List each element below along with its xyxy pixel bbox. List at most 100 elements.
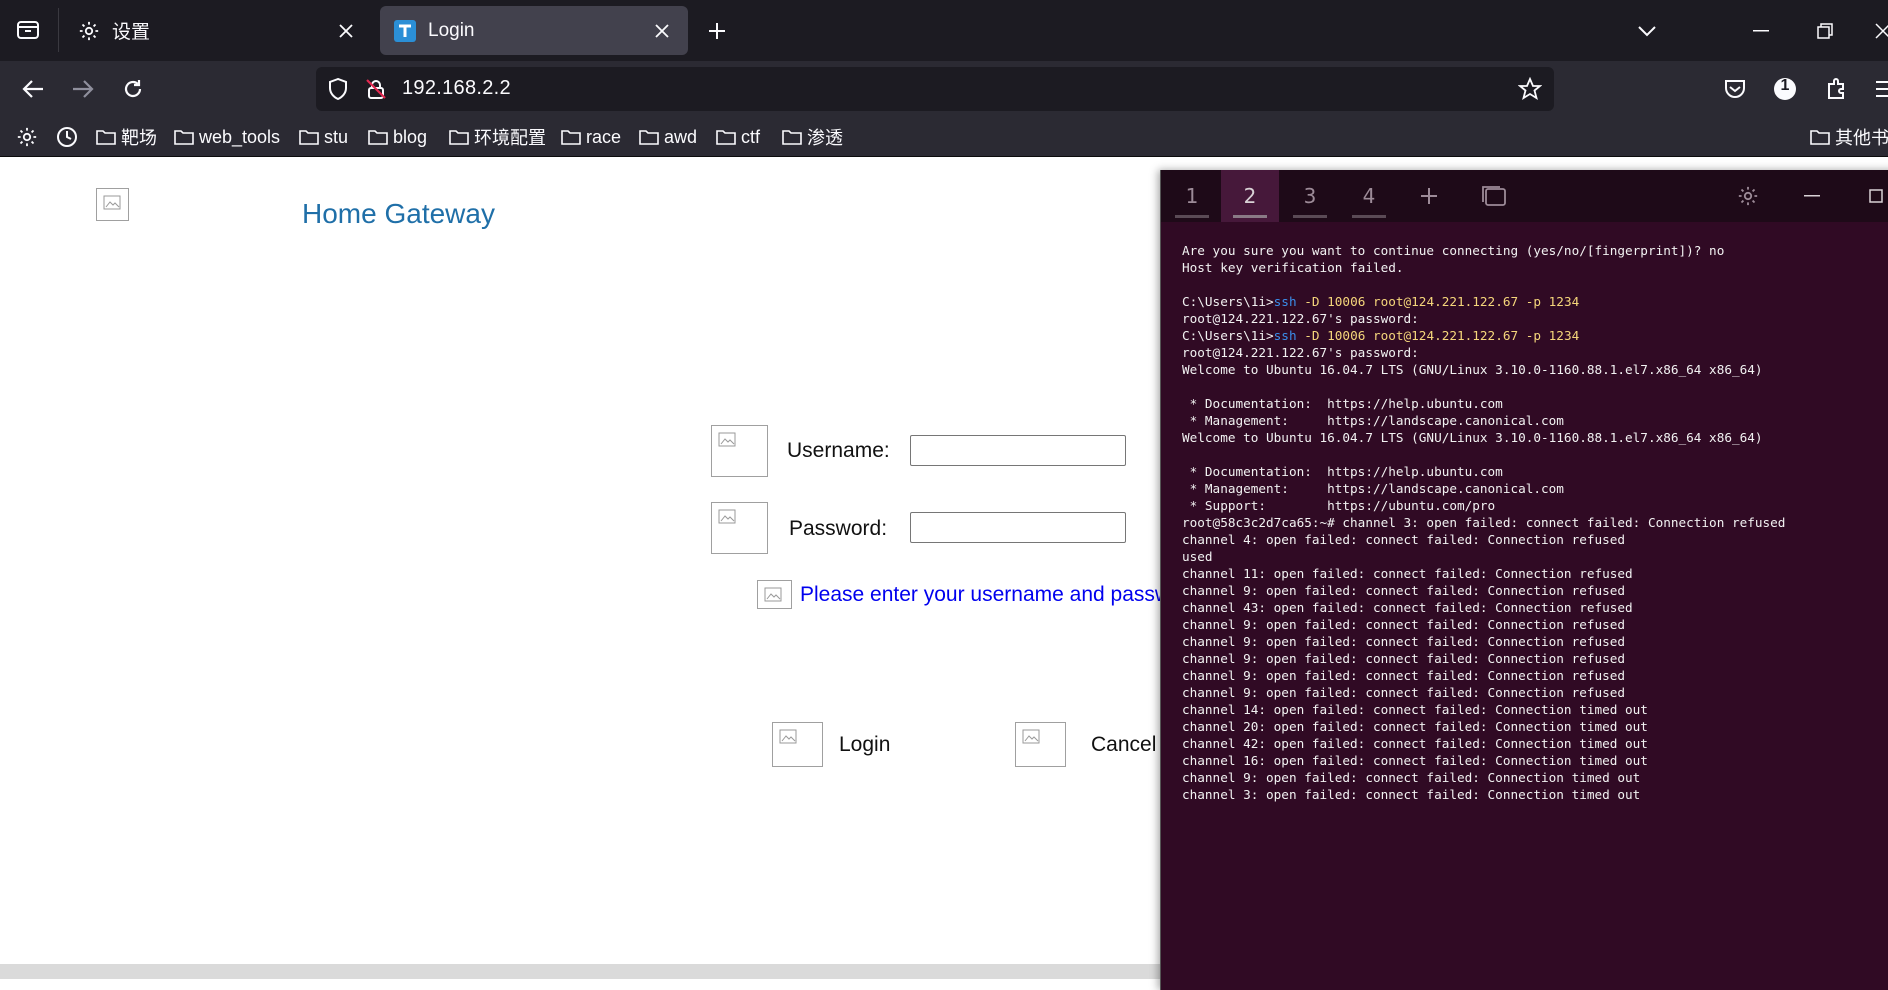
extension-badge: 1 [1780, 77, 1790, 94]
new-tab-button[interactable] [700, 14, 734, 48]
terminal-tab-label: 3 [1303, 184, 1317, 208]
terminal-line: Welcome to Ubuntu 16.04.7 LTS (GNU/Linux… [1182, 362, 1763, 377]
history-icon[interactable] [56, 124, 78, 150]
menu-icon[interactable] [1866, 71, 1888, 107]
terminal-prompt: C:\Users\1i> [1182, 294, 1274, 309]
cancel-button[interactable] [1015, 722, 1066, 767]
password-label: Password: [789, 517, 888, 540]
terminal-line: * Management: https://landscape.canonica… [1182, 413, 1564, 428]
bookmark-label: web_tools [199, 126, 281, 147]
tab-settings[interactable]: 设置 [64, 6, 372, 55]
bookmark-settings-icon[interactable] [16, 124, 38, 150]
close-icon[interactable] [650, 19, 674, 43]
password-input[interactable] [910, 512, 1126, 543]
logo-broken-image-icon [96, 188, 129, 221]
pocket-icon[interactable] [1717, 71, 1753, 107]
terminal-line: Are you sure you want to continue connec… [1182, 243, 1725, 258]
bookmark-label: race [586, 126, 622, 147]
tab-separator [58, 8, 59, 52]
terminal-tab-3[interactable]: 3 [1281, 170, 1339, 222]
terminal-line: root@58c3c2d7ca65:~# channel 3: open fai… [1182, 515, 1786, 530]
browser-navbar: 192.168.2.2 1 [0, 61, 1888, 117]
password-broken-image-icon [711, 502, 768, 554]
tab-list-icon[interactable] [10, 12, 46, 48]
login-label[interactable]: Login [839, 733, 890, 757]
bookmarks-toolbar: 靶场 web_tools stu blog 环境配置 race awd ctf … [0, 117, 1888, 157]
tab-title: 设置 [112, 22, 151, 43]
folder-icon [782, 130, 802, 145]
cancel-label[interactable]: Cancel [1091, 733, 1156, 757]
username-label: Username: [787, 439, 890, 462]
username-input[interactable] [910, 435, 1126, 466]
broken-image-icon [1022, 729, 1040, 744]
terminal-tab-4[interactable]: 4 [1340, 170, 1398, 222]
tab-title: Login [428, 19, 475, 41]
plus-icon[interactable] [1414, 182, 1444, 210]
terminal-output[interactable]: Are you sure you want to continue connec… [1182, 242, 1888, 803]
other-bookmarks-folder[interactable]: 其他书 [1810, 124, 1888, 150]
folder-icon [174, 130, 194, 145]
gear-icon [78, 20, 100, 42]
close-window-icon[interactable] [1866, 14, 1888, 48]
terminal-minimize-icon[interactable] [1797, 182, 1827, 210]
terminal-tab-label: 1 [1185, 184, 1199, 208]
bookmark-folder-靶场[interactable]: 靶场 [96, 124, 157, 150]
terminal-line: Welcome to Ubuntu 16.04.7 LTS (GNU/Linux… [1182, 430, 1763, 445]
shield-icon[interactable] [326, 77, 350, 101]
terminal-command: ssh [1273, 328, 1297, 343]
minimize-icon[interactable] [1744, 14, 1778, 48]
terminal-line: channel 4: open failed: connect failed: … [1182, 532, 1626, 547]
terminal-tab-2[interactable]: 2 [1221, 170, 1279, 222]
extensions-icon[interactable] [1818, 71, 1854, 107]
bookmark-folder-ctf[interactable]: ctf [716, 124, 760, 150]
bookmark-label: 环境配置 [474, 128, 546, 148]
forward-arrow-icon[interactable] [65, 71, 101, 107]
url-text[interactable]: 192.168.2.2 [402, 77, 511, 100]
terminal-line: Host key verification failed. [1182, 260, 1404, 275]
restore-icon[interactable] [1808, 14, 1842, 48]
tab-login[interactable]: Login [380, 6, 688, 55]
folder-icon [639, 130, 659, 145]
reload-icon[interactable] [115, 71, 151, 107]
terminal-line: channel 9: open failed: connect failed: … [1182, 617, 1626, 632]
terminal-line: channel 16: open failed: connect failed:… [1182, 753, 1648, 768]
terminal-settings-gear-icon[interactable] [1733, 182, 1763, 210]
terminal-line: * Support: https://ubuntu.com/pro [1182, 498, 1496, 513]
window-list-icon[interactable] [1479, 182, 1509, 210]
star-icon[interactable] [1518, 77, 1542, 101]
folder-icon [96, 130, 116, 145]
bookmark-label: awd [664, 126, 698, 147]
terminal-maximize-icon[interactable] [1861, 182, 1888, 210]
terminal-line: channel 42: open failed: connect failed:… [1182, 736, 1648, 751]
terminal-line: C:\Users\1i>ssh -D 10006 root@124.221.12… [1182, 293, 1888, 310]
chevron-down-icon[interactable] [1630, 14, 1664, 48]
bookmark-folder-渗透[interactable]: 渗透 [782, 124, 843, 150]
bookmark-folder-环境配置[interactable]: 环境配置 [449, 124, 546, 150]
account-badge-icon[interactable]: 1 [1767, 71, 1803, 107]
folder-icon [449, 130, 469, 145]
bookmark-folder-web-tools[interactable]: web_tools [174, 124, 280, 150]
terminal-prompt: C:\Users\1i> [1182, 328, 1274, 343]
insecure-lock-icon[interactable] [364, 77, 388, 101]
bookmark-folder-race[interactable]: race [561, 124, 621, 150]
url-bar[interactable]: 192.168.2.2 [316, 67, 1554, 111]
bookmark-folder-stu[interactable]: stu [299, 124, 348, 150]
terminal-window[interactable]: 1 2 3 4 Are you sure you want to continu… [1160, 170, 1888, 990]
terminal-tab-1[interactable]: 1 [1163, 170, 1221, 222]
terminal-command: ssh [1273, 294, 1297, 309]
bookmark-label: blog [393, 126, 428, 147]
login-button[interactable] [772, 722, 823, 767]
terminal-command-args: -D 10006 root@124.221.122.67 -p 1234 [1296, 328, 1580, 343]
terminal-line: channel 9: open failed: connect failed: … [1182, 651, 1626, 666]
bookmark-label: stu [324, 126, 349, 147]
username-broken-image-icon [711, 425, 768, 477]
folder-icon [1810, 130, 1830, 145]
bookmark-folder-blog[interactable]: blog [368, 124, 427, 150]
back-arrow-icon[interactable] [15, 71, 51, 107]
bookmark-folder-awd[interactable]: awd [639, 124, 697, 150]
page-title: Home Gateway [302, 198, 495, 229]
terminal-line: channel 9: open failed: connect failed: … [1182, 668, 1626, 683]
close-icon[interactable] [334, 19, 358, 43]
folder-icon [561, 130, 581, 145]
